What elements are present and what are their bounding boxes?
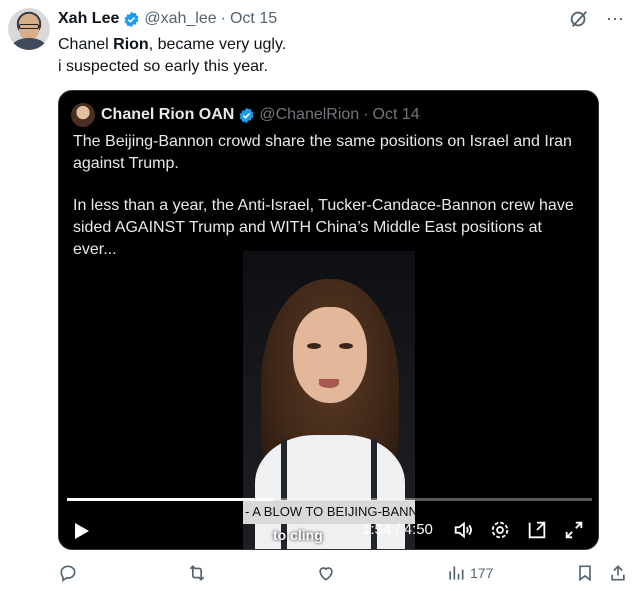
views-icon <box>449 566 464 580</box>
quote-paragraph-1: The Beijing-Bannon crowd share the same … <box>73 133 572 172</box>
quoted-tweet[interactable]: Chanel Rion OAN @ChanelRion · Oct 14 The… <box>58 90 599 550</box>
views-button[interactable]: 177 <box>446 563 493 583</box>
video-controls: 1:54 / 4:50 <box>59 515 598 549</box>
quote-author-handle[interactable]: @ChanelRion <box>259 105 359 125</box>
video-subject-eye-left <box>307 343 321 349</box>
author-handle[interactable]: @xah_lee <box>144 9 216 29</box>
bookmark-icon <box>579 565 591 582</box>
picture-in-picture-icon[interactable] <box>526 519 548 541</box>
video-time: 1:54 / 4:50 <box>362 521 433 538</box>
retweet-icon <box>189 565 205 581</box>
avatar-shirt <box>12 38 46 50</box>
quote-author-avatar[interactable] <box>71 103 95 127</box>
video-subject-eye-right <box>339 343 353 349</box>
settings-icon[interactable] <box>489 519 511 541</box>
share-icon <box>611 565 625 581</box>
reply-icon <box>60 565 76 583</box>
like-button[interactable] <box>316 563 336 583</box>
more-icon[interactable]: ⋯ <box>606 9 624 30</box>
retweet-button[interactable] <box>187 563 207 583</box>
tweet-date[interactable]: Oct 15 <box>230 9 277 29</box>
volume-icon[interactable] <box>452 519 474 541</box>
quote-header-separator: · <box>363 106 369 123</box>
grok-icon[interactable] <box>568 8 590 30</box>
quote-verified-badge-icon <box>239 107 254 123</box>
author-avatar[interactable] <box>8 8 50 50</box>
quote-header: Chanel Rion OAN @ChanelRion · Oct 14 <box>71 103 420 127</box>
avatar-glasses <box>19 24 39 29</box>
tweet-line-2: i suspected so early this year. <box>58 58 268 75</box>
tweet-line-1: Chanel Rion, became very ugly. <box>58 34 286 56</box>
video-progress-bar[interactable] <box>67 498 592 501</box>
video-subject-face <box>293 307 367 403</box>
bookmark-button[interactable] <box>575 563 595 583</box>
tweet-actions: 177 <box>58 563 628 589</box>
video-progress-fill <box>67 498 274 501</box>
tweet-header: Xah Lee @xah_lee · Oct 15 <box>58 9 277 29</box>
tweet-line-1-suffix: , became very ugly. <box>148 36 287 53</box>
verified-badge-icon <box>124 11 139 27</box>
tweet-line-1-prefix: Chanel <box>58 36 114 53</box>
play-icon[interactable] <box>75 523 89 539</box>
top-icons: ⋯ <box>568 8 624 30</box>
tweet-line-1-bold: Rion <box>113 36 149 53</box>
tweet-text: Chanel Rion, became very ugly. i suspect… <box>58 34 286 78</box>
video-subject-mouth <box>319 379 339 388</box>
header-separator: · <box>220 10 226 27</box>
share-button[interactable] <box>608 563 628 583</box>
reply-button[interactable] <box>58 563 78 583</box>
quote-author-name[interactable]: Chanel Rion OAN <box>101 105 234 125</box>
views-count: 177 <box>470 565 494 581</box>
quote-date[interactable]: Oct 14 <box>373 105 420 125</box>
author-name[interactable]: Xah Lee <box>58 9 119 29</box>
fullscreen-icon[interactable] <box>563 519 585 541</box>
like-icon <box>319 567 333 581</box>
